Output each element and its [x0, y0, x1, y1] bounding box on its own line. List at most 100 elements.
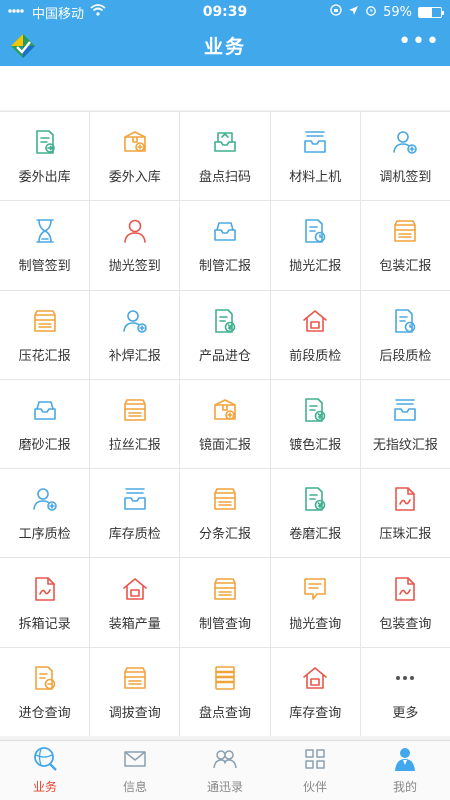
grid-item-label: 卷磨汇报	[289, 527, 342, 543]
house-icon	[300, 663, 330, 693]
grid-item[interactable]: 调机签到	[360, 112, 450, 201]
grid-item-label: 包装查询	[379, 616, 432, 632]
grid-item[interactable]: 卷磨汇报	[270, 469, 360, 558]
user-add-icon	[390, 127, 420, 157]
grid-item-label: 进仓查询	[18, 705, 71, 721]
grid-item[interactable]: 盘点查询	[180, 647, 270, 736]
list-icon	[210, 663, 240, 693]
tab-item[interactable]: 我的	[360, 741, 450, 800]
location-icon	[348, 5, 359, 20]
box-icon	[210, 484, 240, 514]
doc-sign-icon	[30, 574, 60, 604]
doc-yen-icon	[210, 306, 240, 336]
mail-icon	[122, 746, 148, 775]
grid-item[interactable]: 前段质检	[270, 290, 360, 379]
doc-yen-icon	[300, 395, 330, 425]
doc-out-icon	[30, 127, 60, 157]
inbox-icon	[390, 395, 420, 425]
box-icon	[390, 216, 420, 246]
grid-item[interactable]: 委外入库	[90, 112, 180, 201]
grid-item-label: 拆箱记录	[18, 616, 71, 632]
doc-minus-icon	[30, 663, 60, 693]
grid-item[interactable]: 压花汇报	[0, 290, 90, 379]
contacts-icon	[212, 746, 238, 775]
grid-item[interactable]: 拉丝汇报	[90, 379, 180, 469]
banner-area	[0, 66, 450, 110]
inbox-icon	[120, 484, 150, 514]
battery-percent: 59%	[383, 4, 412, 20]
tab-item[interactable]: 业务	[0, 741, 90, 800]
grid-item[interactable]: 库存查询	[270, 647, 360, 736]
tab-item[interactable]: 伙伴	[270, 741, 360, 800]
grid-item-label: 压花汇报	[18, 348, 71, 364]
grid-item[interactable]: 拆箱记录	[0, 558, 90, 647]
grid-item[interactable]: 无指纹汇报	[360, 379, 450, 469]
grid-item[interactable]: 制管汇报	[180, 201, 270, 290]
box-icon	[120, 663, 150, 693]
grid-item-label: 抛光汇报	[289, 259, 342, 275]
user-add-icon	[30, 484, 60, 514]
grid-item[interactable]: 包装汇报	[360, 201, 450, 290]
grid-item[interactable]: 分条汇报	[180, 469, 270, 558]
grid-item-label: 补焊汇报	[108, 348, 161, 364]
grid-item-label: 调拔查询	[108, 705, 161, 721]
grid-item-label: 抛光签到	[108, 259, 161, 275]
grid-item[interactable]: 工序质检	[0, 469, 90, 558]
grid-item[interactable]: 包装查询	[360, 558, 450, 647]
grid-item[interactable]: 制管签到	[0, 201, 90, 290]
tab-item[interactable]: 通迅录	[180, 741, 270, 800]
app-logo-icon	[8, 30, 38, 60]
tab-label: 信息	[122, 780, 147, 794]
grid-item-label: 工序质检	[18, 527, 71, 543]
battery-icon	[418, 6, 444, 18]
grid-item[interactable]: 压珠汇报	[360, 469, 450, 558]
user-add-icon	[120, 306, 150, 336]
grid-item[interactable]: 抛光查询	[270, 558, 360, 647]
grid-item[interactable]: 委外出库	[0, 112, 90, 201]
alarm-icon	[365, 4, 377, 20]
grid-item[interactable]: 盘点扫码	[180, 112, 270, 201]
box-icon	[30, 306, 60, 336]
grid-item[interactable]: 后段质检	[360, 290, 450, 379]
grid-item[interactable]: 产品进仓	[180, 290, 270, 379]
grid-item-label: 盘点扫码	[198, 170, 251, 186]
doc-sign-icon	[390, 484, 420, 514]
grid-item-label: 无指纹汇报	[372, 437, 438, 453]
profile-icon	[392, 746, 418, 775]
user-icon	[120, 216, 150, 246]
doc-yen-icon	[300, 484, 330, 514]
grid-item-label: 产品进仓	[198, 348, 251, 364]
grid-item-label: 压珠汇报	[379, 527, 432, 543]
tab-label: 通迅录	[206, 780, 243, 794]
doc-clock-icon	[300, 216, 330, 246]
house-icon	[120, 574, 150, 604]
grid-item-label: 包装汇报	[379, 259, 432, 275]
box-icon	[210, 574, 240, 604]
grid-item[interactable]: 进仓查询	[0, 647, 90, 736]
tab-label: 伙伴	[302, 780, 327, 794]
grid-item[interactable]: 抛光签到	[90, 201, 180, 290]
grid-item-label: 材料上机	[289, 170, 342, 186]
tab-item[interactable]: 信息	[90, 741, 180, 800]
grid-item[interactable]: 磨砂汇报	[0, 379, 90, 469]
grid-item[interactable]: 装箱产量	[90, 558, 180, 647]
grid-item-label: 库存查询	[289, 705, 342, 721]
grid-item[interactable]: 材料上机	[270, 112, 360, 201]
more-menu-icon[interactable]: •••	[398, 31, 440, 53]
grid-item[interactable]: 补焊汇报	[90, 290, 180, 379]
grid-item-label: 分条汇报	[198, 527, 251, 543]
grid-item[interactable]: 镜面汇报	[180, 379, 270, 469]
grid-item-label: 拉丝汇报	[108, 437, 161, 453]
grid-item[interactable]: 制管查询	[180, 558, 270, 647]
lock-rotation-icon	[330, 4, 342, 20]
grid-item-label: 调机签到	[379, 170, 432, 186]
dots-icon	[390, 663, 420, 693]
grid-item[interactable]: 抛光汇报	[270, 201, 360, 290]
page-title: 业务	[203, 35, 246, 58]
grid-item[interactable]: 库存质检	[90, 469, 180, 558]
grid-item[interactable]: 调拔查询	[90, 647, 180, 736]
grid-item-label: 后段质检	[379, 348, 432, 364]
house-icon	[300, 306, 330, 336]
grid-item[interactable]: 镀色汇报	[270, 379, 360, 469]
grid-item[interactable]: 更多	[360, 647, 450, 736]
